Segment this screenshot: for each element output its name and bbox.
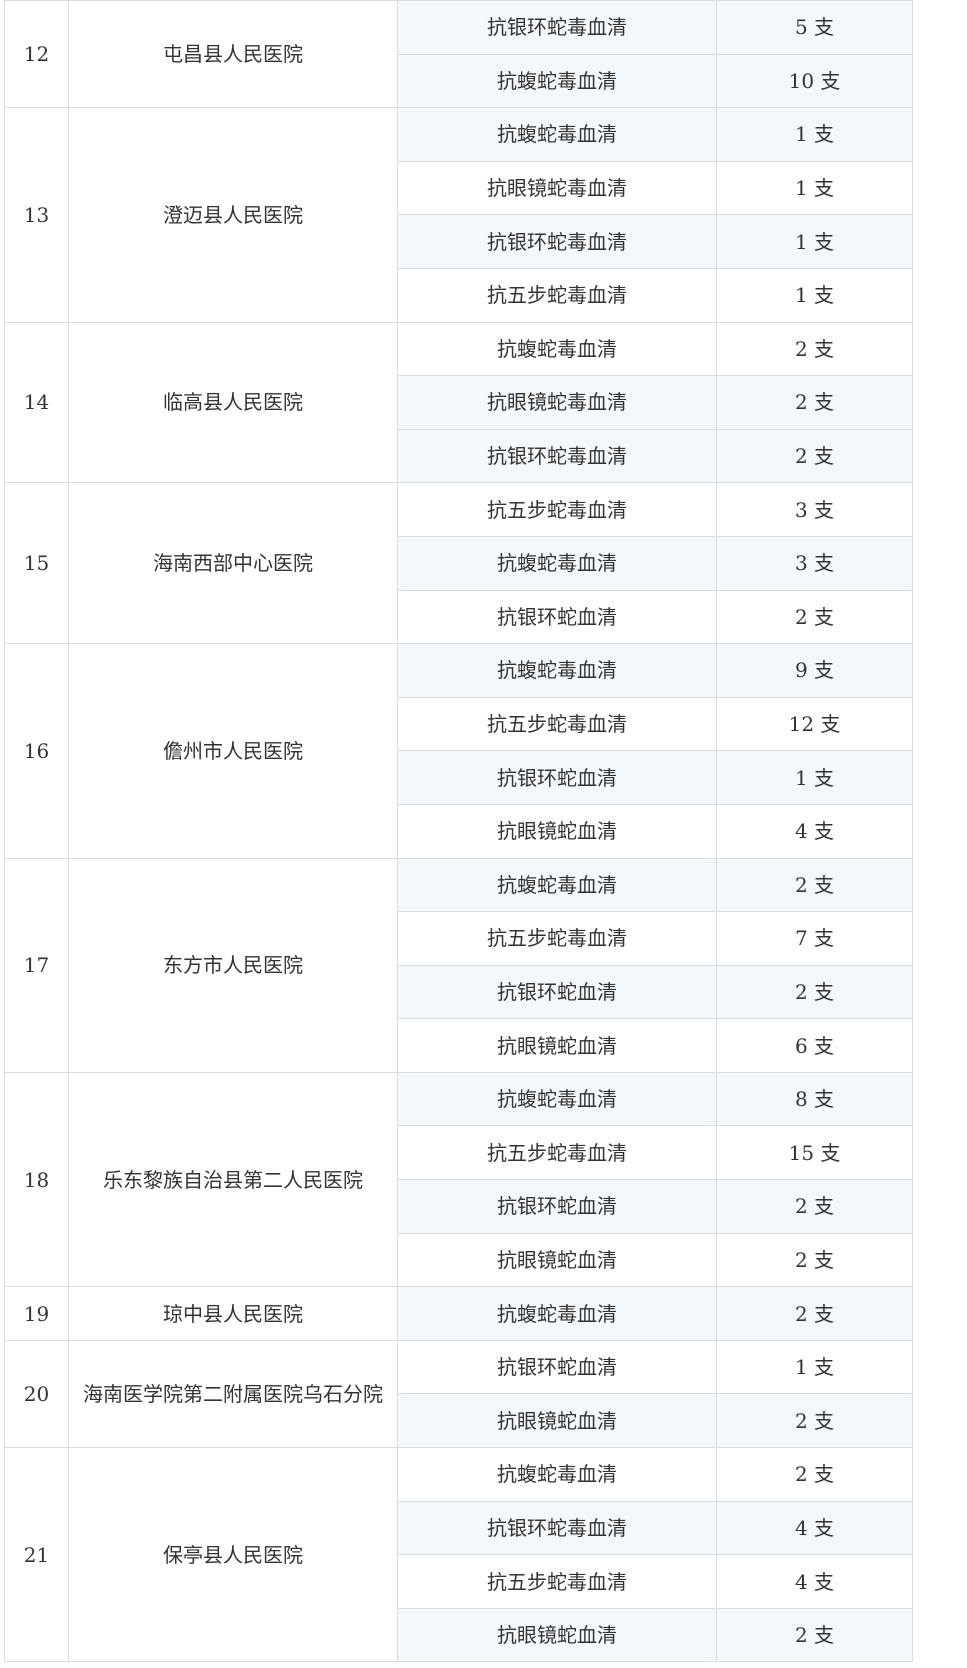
quantity-cell: 12 支 bbox=[716, 696, 913, 752]
table-row: 16 儋州市人民医院 抗蝮蛇毒血清 9 支 bbox=[4, 643, 913, 859]
quantity-cell: 2 支 bbox=[716, 1179, 913, 1234]
quantity-cell: 4 支 bbox=[716, 1500, 913, 1556]
serum-type-cell: 抗蝮蛇毒血清 bbox=[397, 1447, 717, 1502]
quantity-cell: 1 支 bbox=[716, 750, 913, 805]
row-number-cell: 18 bbox=[4, 1071, 69, 1288]
hospital-name-cell: 保亭县人民医院 bbox=[68, 1447, 398, 1663]
quantity-cell: 4 支 bbox=[716, 803, 913, 859]
row-number-cell: 21 bbox=[4, 1447, 69, 1663]
quantity-cell: 7 支 bbox=[716, 911, 913, 966]
quantity-cell: 2 支 bbox=[716, 1232, 913, 1288]
serum-type-cell: 抗眼镜蛇血清 bbox=[397, 803, 717, 859]
serum-type-cell: 抗银环蛇毒血清 bbox=[397, 428, 717, 484]
quantity-cell: 1 支 bbox=[716, 1339, 913, 1395]
serum-type-cell: 抗蝮蛇毒血清 bbox=[397, 321, 717, 377]
hospital-name-cell: 儋州市人民医院 bbox=[68, 643, 398, 859]
quantity-cell: 15 支 bbox=[716, 1125, 913, 1181]
row-number-cell: 13 bbox=[4, 107, 69, 323]
quantity-cell: 8 支 bbox=[716, 1071, 913, 1127]
serum-type-cell: 抗银环蛇血清 bbox=[397, 589, 717, 645]
table-row: 18 乐东黎族自治县第二人民医院 抗蝮蛇毒血清 8 支 bbox=[4, 1071, 913, 1288]
quantity-cell: 2 支 bbox=[716, 1393, 913, 1449]
table-row: 14 临高县人民医院 抗蝮蛇毒血清 2 支 bbox=[4, 321, 913, 484]
serum-type-cell: 抗蝮蛇毒血清 bbox=[397, 1286, 717, 1341]
serum-type-cell: 抗蝮蛇毒血清 bbox=[397, 643, 717, 698]
quantity-cell: 4 支 bbox=[716, 1554, 913, 1609]
quantity-cell: 3 支 bbox=[716, 535, 913, 591]
quantity-cell: 2 支 bbox=[716, 1447, 913, 1502]
quantity-cell: 5 支 bbox=[716, 0, 913, 55]
serum-type-cell: 抗蝮蛇毒血清 bbox=[397, 535, 717, 591]
row-number-cell: 16 bbox=[4, 643, 69, 859]
table-row: 12 屯昌县人民医院 抗银环蛇毒血清 5 支 bbox=[4, 0, 913, 109]
serum-type-cell: 抗银环蛇毒血清 bbox=[397, 1500, 717, 1556]
serum-type-cell: 抗眼镜蛇毒血清 bbox=[397, 375, 717, 430]
hospital-name-cell: 海南西部中心医院 bbox=[68, 482, 398, 645]
table-row: 20 海南医学院第二附属医院乌石分院 抗银环蛇血清 1 支 bbox=[4, 1339, 913, 1449]
serum-type-cell: 抗银环蛇毒血清 bbox=[397, 214, 717, 269]
serum-type-cell: 抗蝮蛇毒血清 bbox=[397, 1071, 717, 1127]
serum-type-cell: 抗五步蛇毒血清 bbox=[397, 1125, 717, 1181]
quantity-cell: 2 支 bbox=[716, 428, 913, 484]
serum-type-cell: 抗眼镜蛇血清 bbox=[397, 1232, 717, 1288]
serum-type-cell: 抗眼镜蛇血清 bbox=[397, 1607, 717, 1663]
row-number-cell: 15 bbox=[4, 482, 69, 645]
hospital-name-cell: 琼中县人民医院 bbox=[68, 1286, 398, 1341]
quantity-cell: 1 支 bbox=[716, 160, 913, 216]
serum-type-cell: 抗银环蛇血清 bbox=[397, 1339, 717, 1395]
hospital-name-cell: 屯昌县人民医院 bbox=[68, 0, 398, 109]
quantity-cell: 2 支 bbox=[716, 964, 913, 1020]
quantity-cell: 2 支 bbox=[716, 375, 913, 430]
serum-type-cell: 抗银环蛇血清 bbox=[397, 750, 717, 805]
quantity-cell: 2 支 bbox=[716, 589, 913, 645]
quantity-cell: 6 支 bbox=[716, 1018, 913, 1073]
table-row: 19 琼中县人民医院 抗蝮蛇毒血清 2 支 bbox=[4, 1286, 913, 1341]
serum-type-cell: 抗蝮蛇毒血清 bbox=[397, 53, 717, 109]
hospital-name-cell: 东方市人民医院 bbox=[68, 857, 398, 1073]
table-body: 12 屯昌县人民医院 抗银环蛇毒血清 5 支抗蝮蛇毒血清 10 支 13 澄迈县人民医院 抗蝮… bbox=[4, 0, 913, 1663]
serum-type-cell: 抗五步蛇毒血清 bbox=[397, 482, 717, 537]
serum-type-cell: 抗蝮蛇毒血清 bbox=[397, 107, 717, 162]
antivenom-allocation-table: 12 屯昌县人民医院 抗银环蛇毒血清 5 支抗蝮蛇毒血清 10 支 13 澄迈县人民医院 抗蝮… bbox=[4, 0, 913, 1663]
serum-type-cell: 抗五步蛇毒血清 bbox=[397, 1554, 717, 1609]
serum-type-cell: 抗眼镜蛇血清 bbox=[397, 1018, 717, 1073]
table-row: 15 海南西部中心医院 抗五步蛇毒血清 3 支 bbox=[4, 482, 913, 645]
hospital-name-cell: 乐东黎族自治县第二人民医院 bbox=[68, 1071, 398, 1288]
quantity-cell: 10 支 bbox=[716, 53, 913, 109]
quantity-cell: 2 支 bbox=[716, 1607, 913, 1663]
quantity-cell: 1 支 bbox=[716, 107, 913, 162]
quantity-cell: 1 支 bbox=[716, 267, 913, 323]
quantity-cell: 3 支 bbox=[716, 482, 913, 537]
hospital-name-cell: 海南医学院第二附属医院乌石分院 bbox=[68, 1339, 398, 1449]
serum-type-cell: 抗五步蛇毒血清 bbox=[397, 911, 717, 966]
serum-type-cell: 抗五步蛇毒血清 bbox=[397, 267, 717, 323]
serum-type-cell: 抗眼镜蛇血清 bbox=[397, 1393, 717, 1449]
table-row: 17 东方市人民医院 抗蝮蛇毒血清 2 支 bbox=[4, 857, 913, 1073]
row-number-cell: 17 bbox=[4, 857, 69, 1073]
table-row: 21 保亭县人民医院 抗蝮蛇毒血清 2 支 bbox=[4, 1447, 913, 1663]
serum-type-cell: 抗眼镜蛇毒血清 bbox=[397, 160, 717, 216]
row-number-cell: 19 bbox=[4, 1286, 69, 1341]
serum-type-cell: 抗五步蛇毒血清 bbox=[397, 696, 717, 752]
row-number-cell: 14 bbox=[4, 321, 69, 484]
row-number-cell: 12 bbox=[4, 0, 69, 109]
serum-type-cell: 抗银环蛇血清 bbox=[397, 1179, 717, 1234]
serum-type-cell: 抗蝮蛇毒血清 bbox=[397, 857, 717, 913]
table-row: 13 澄迈县人民医院 抗蝮蛇毒血清 1 支 bbox=[4, 107, 913, 323]
quantity-cell: 2 支 bbox=[716, 1286, 913, 1341]
antivenom-allocation-table-wrapper: 12 屯昌县人民医院 抗银环蛇毒血清 5 支抗蝮蛇毒血清 10 支 13 澄迈县人民医院 抗蝮… bbox=[4, 0, 913, 1663]
hospital-name-cell: 澄迈县人民医院 bbox=[68, 107, 398, 323]
hospital-name-cell: 临高县人民医院 bbox=[68, 321, 398, 484]
serum-type-cell: 抗银环蛇血清 bbox=[397, 964, 717, 1020]
row-number-cell: 20 bbox=[4, 1339, 69, 1449]
serum-type-cell: 抗银环蛇毒血清 bbox=[397, 0, 717, 55]
quantity-cell: 1 支 bbox=[716, 214, 913, 269]
quantity-cell: 2 支 bbox=[716, 321, 913, 377]
quantity-cell: 2 支 bbox=[716, 857, 913, 913]
quantity-cell: 9 支 bbox=[716, 643, 913, 698]
